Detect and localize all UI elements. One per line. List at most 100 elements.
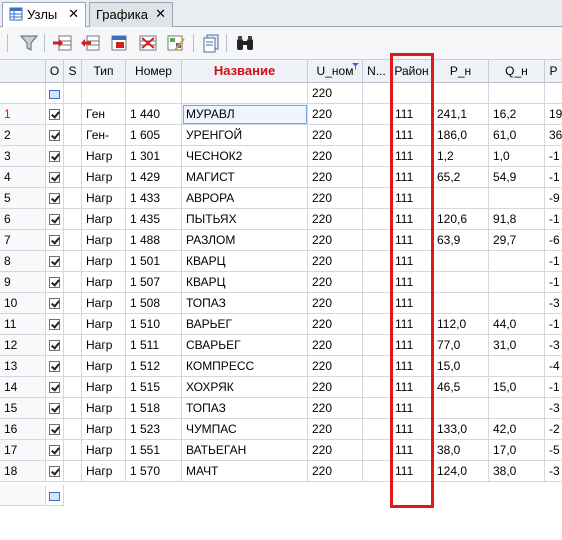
row-n-cell[interactable]	[363, 293, 391, 314]
row-n-cell[interactable]	[363, 419, 391, 440]
row-pn[interactable]: 1,2	[433, 146, 489, 167]
row-unom[interactable]: 220	[308, 461, 363, 482]
row-unom[interactable]: 220	[308, 251, 363, 272]
row-type[interactable]: Ген-	[82, 125, 126, 146]
table-row[interactable]: 9 Нагр 1 507 КВАРЦ 220 111 -1	[0, 272, 562, 293]
row-number-value[interactable]: 1 512	[126, 356, 182, 377]
column-header-pg[interactable]: P	[545, 60, 562, 83]
row-qn[interactable]: 61,0	[489, 125, 545, 146]
row-n-cell[interactable]	[363, 209, 391, 230]
row-checkbox[interactable]	[46, 335, 64, 356]
row-name[interactable]: ПЫТЬЯХ	[182, 209, 308, 230]
row-checkbox[interactable]	[46, 293, 64, 314]
row-type[interactable]: Нагр	[82, 293, 126, 314]
row-pg[interactable]: 36	[545, 125, 562, 146]
row-unom[interactable]: 220	[308, 356, 363, 377]
row-s-cell[interactable]	[64, 104, 82, 125]
row-name[interactable]: КВАРЦ	[182, 251, 308, 272]
column-header-rownum[interactable]	[0, 60, 46, 83]
row-n-cell[interactable]	[363, 230, 391, 251]
row-unom[interactable]: 220	[308, 314, 363, 335]
row-n-cell[interactable]	[363, 440, 391, 461]
row-pn[interactable]: 65,2	[433, 167, 489, 188]
row-n-cell[interactable]	[363, 251, 391, 272]
row-n-cell[interactable]	[363, 104, 391, 125]
row-number[interactable]: 13	[0, 356, 46, 377]
row-unom[interactable]: 220	[308, 398, 363, 419]
row-pn[interactable]	[433, 293, 489, 314]
delete-row-icon[interactable]	[80, 33, 100, 53]
row-pg[interactable]: -3	[545, 293, 562, 314]
row-unom[interactable]: 220	[308, 293, 363, 314]
row-qn[interactable]	[489, 251, 545, 272]
filter-cell[interactable]	[433, 83, 489, 104]
row-type[interactable]: Ген	[82, 104, 126, 125]
row-number[interactable]: 1	[0, 104, 46, 125]
row-unom[interactable]: 220	[308, 188, 363, 209]
row-pg[interactable]: -5	[545, 440, 562, 461]
column-header-o[interactable]: O	[46, 60, 64, 83]
row-number[interactable]: 12	[0, 335, 46, 356]
row-unom[interactable]: 220	[308, 272, 363, 293]
row-s-cell[interactable]	[64, 188, 82, 209]
row-type[interactable]: Нагр	[82, 419, 126, 440]
row-pg[interactable]: -1	[545, 377, 562, 398]
row-name[interactable]: СВАРЬЕГ	[182, 335, 308, 356]
row-unom[interactable]: 220	[308, 125, 363, 146]
table-row[interactable]: 18 Нагр 1 570 МАЧТ 220 111 124,0 38,0 -3	[0, 461, 562, 482]
column-header-qn[interactable]: Q_н	[489, 60, 545, 83]
table-row[interactable]: 1 Ген 1 440 МУРАВЛ 220 111 241,1 16,2 19	[0, 104, 562, 125]
row-s-cell[interactable]	[64, 251, 82, 272]
row-pg[interactable]: -1	[545, 272, 562, 293]
tab-graphics[interactable]: Графика ✕	[89, 2, 173, 27]
row-number-value[interactable]: 1 488	[126, 230, 182, 251]
row-number[interactable]: 8	[0, 251, 46, 272]
row-number-value[interactable]: 1 510	[126, 314, 182, 335]
row-checkbox[interactable]	[46, 398, 64, 419]
row-n-cell[interactable]	[363, 146, 391, 167]
row-pg[interactable]: -6	[545, 230, 562, 251]
row-number-value[interactable]: 1 511	[126, 335, 182, 356]
row-checkbox[interactable]	[46, 167, 64, 188]
row-pg[interactable]: -2	[545, 419, 562, 440]
row-unom[interactable]: 220	[308, 104, 363, 125]
column-header-name[interactable]: Название	[182, 60, 308, 83]
row-name[interactable]: ТОПАЗ	[182, 398, 308, 419]
row-qn[interactable]: 54,9	[489, 167, 545, 188]
row-checkbox[interactable]	[46, 419, 64, 440]
delete-rows-icon[interactable]	[138, 33, 158, 53]
row-checkbox[interactable]	[46, 251, 64, 272]
row-qn[interactable]: 91,8	[489, 209, 545, 230]
row-checkbox[interactable]	[46, 356, 64, 377]
row-type[interactable]: Нагр	[82, 356, 126, 377]
row-type[interactable]: Нагр	[82, 272, 126, 293]
row-qn[interactable]: 44,0	[489, 314, 545, 335]
row-s-cell[interactable]	[64, 335, 82, 356]
row-number[interactable]: 16	[0, 419, 46, 440]
row-number-value[interactable]: 1 433	[126, 188, 182, 209]
row-number-value[interactable]: 1 508	[126, 293, 182, 314]
row-n-cell[interactable]	[363, 377, 391, 398]
row-number-value[interactable]: 1 570	[126, 461, 182, 482]
row-type[interactable]: Нагр	[82, 440, 126, 461]
column-header-unom[interactable]: U_ном	[308, 60, 363, 83]
row-number-value[interactable]: 1 440	[126, 104, 182, 125]
row-number-value[interactable]: 1 507	[126, 272, 182, 293]
row-checkbox[interactable]	[46, 104, 64, 125]
row-pn[interactable]: 46,5	[433, 377, 489, 398]
table-row[interactable]: 5 Нагр 1 433 АВРОРА 220 111 -9	[0, 188, 562, 209]
row-pn[interactable]: 133,0	[433, 419, 489, 440]
row-name[interactable]: УРЕНГОЙ	[182, 125, 308, 146]
filter-cell[interactable]	[182, 83, 308, 104]
table-row[interactable]: 15 Нагр 1 518 ТОПАЗ 220 111 -3	[0, 398, 562, 419]
row-name[interactable]: РАЗЛОМ	[182, 230, 308, 251]
row-number[interactable]: 4	[0, 167, 46, 188]
row-number-value[interactable]: 1 551	[126, 440, 182, 461]
table-row[interactable]: 11 Нагр 1 510 ВАРЬЕГ 220 111 112,0 44,0 -1	[0, 314, 562, 335]
row-checkbox[interactable]	[46, 272, 64, 293]
row-n-cell[interactable]	[363, 167, 391, 188]
row-qn[interactable]: 29,7	[489, 230, 545, 251]
row-name[interactable]: ТОПАЗ	[182, 293, 308, 314]
row-name[interactable]: ЧЕСНОК2	[182, 146, 308, 167]
row-s-cell[interactable]	[64, 314, 82, 335]
